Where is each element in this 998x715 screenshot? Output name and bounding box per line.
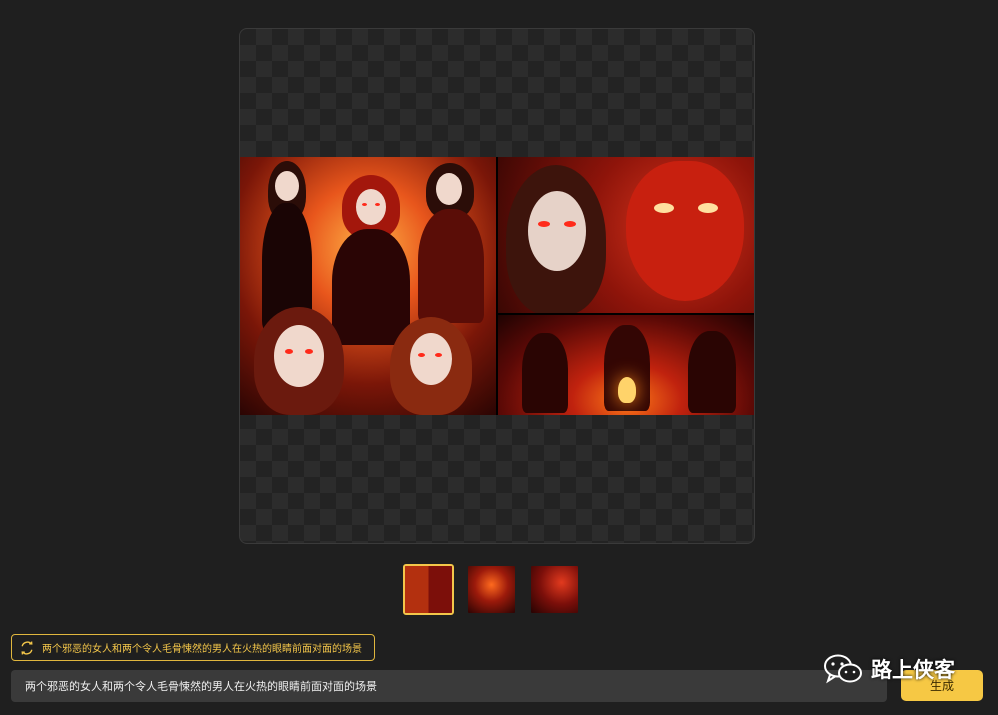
prompt-chip-text: 两个邪恶的女人和两个令人毛骨悚然的男人在火热的眼睛前面对面的场景 <box>42 644 362 655</box>
prompt-input[interactable] <box>11 670 887 702</box>
thumbnail-2[interactable] <box>466 564 517 615</box>
generated-image-preview <box>239 28 755 544</box>
prompt-history-chip[interactable]: 两个邪恶的女人和两个令人毛骨悚然的男人在火热的眼睛前面对面的场景 <box>11 634 375 661</box>
refresh-icon <box>21 640 33 655</box>
generated-image <box>240 157 754 415</box>
thumbnail-strip <box>403 564 580 615</box>
generate-button[interactable]: 生成 <box>901 670 983 701</box>
image-panel-right <box>498 157 754 415</box>
image-generator-app: 两个邪恶的女人和两个令人毛骨悚然的男人在火热的眼睛前面对面的场景 生成 路上侠客 <box>0 0 998 715</box>
image-panel-group-women <box>240 157 498 415</box>
image-panel-fire-scene <box>498 315 754 415</box>
thumbnail-3[interactable] <box>529 564 580 615</box>
image-panel-faces <box>498 157 754 315</box>
prompt-input-bar <box>11 670 887 702</box>
thumbnail-1[interactable] <box>403 564 454 615</box>
